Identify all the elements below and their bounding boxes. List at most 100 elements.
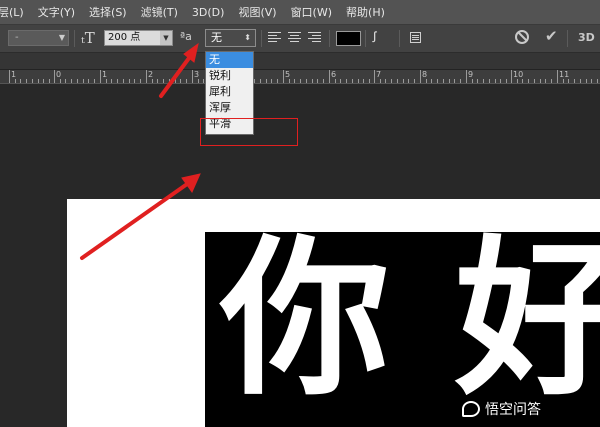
ruler-minor-tick: [380, 79, 381, 83]
ruler-minor-tick: [346, 79, 347, 83]
ruler-minor-tick: [403, 79, 404, 83]
ruler-minor-tick: [312, 79, 313, 83]
ruler-minor-tick: [260, 79, 261, 83]
canvas-text-char: 好: [455, 232, 600, 419]
font-style-select[interactable]: - ▼: [8, 30, 69, 46]
ruler-minor-tick: [489, 79, 490, 83]
font-style-value: -: [15, 32, 19, 43]
menu-help[interactable]: 帮助(H): [339, 4, 392, 20]
ruler-minor-tick: [175, 79, 176, 83]
align-right-icon[interactable]: [308, 32, 321, 44]
ruler-minor-tick: [254, 79, 255, 83]
ruler-major-tick: [146, 70, 147, 83]
ruler-major-tick: [192, 70, 193, 83]
ruler-minor-tick: [203, 79, 204, 83]
ruler-minor-tick: [449, 79, 450, 83]
commit-check-icon[interactable]: ✔: [545, 27, 558, 45]
ruler-minor-tick: [180, 79, 181, 83]
ruler-minor-tick: [586, 79, 587, 83]
ruler-minor-tick: [363, 79, 364, 83]
anti-alias-value: 无: [211, 31, 222, 44]
ruler-major-tick: [374, 70, 375, 83]
ruler-minor-tick: [277, 79, 278, 83]
ruler-minor-tick: [106, 79, 107, 83]
ruler-minor-tick: [266, 79, 267, 83]
ruler-minor-tick: [157, 79, 158, 83]
ruler-major-tick: [466, 70, 467, 83]
ruler-minor-tick: [574, 79, 575, 83]
align-left-icon[interactable]: [268, 32, 281, 44]
menu-bar: 层(L) 文字(Y) 选择(S) 滤镜(T) 3D(D) 视图(V) 窗口(W)…: [0, 0, 600, 25]
speech-bubble-logo-icon: [462, 401, 480, 417]
ruler-label: 5: [285, 70, 291, 79]
menu-filter[interactable]: 滤镜(T): [134, 4, 185, 20]
horizontal-ruler[interactable]: 101234567891011: [0, 70, 600, 84]
ruler-major-tick: [557, 70, 558, 83]
dropdown-option-none[interactable]: 无: [206, 52, 253, 68]
menu-3d[interactable]: 3D(D): [185, 6, 232, 19]
ruler-minor-tick: [443, 79, 444, 83]
chevron-down-icon[interactable]: ▼: [160, 31, 172, 45]
cancel-icon[interactable]: [515, 30, 529, 44]
ruler-minor-tick: [358, 79, 359, 83]
annotation-highlight-box: [200, 118, 298, 146]
ruler-minor-tick: [597, 79, 598, 83]
ruler-minor-tick: [545, 79, 546, 83]
3d-icon[interactable]: 3D: [578, 31, 595, 44]
ruler-minor-tick: [94, 79, 95, 83]
ruler-label: 8: [422, 70, 428, 79]
warp-text-icon[interactable]: ꭍ: [372, 28, 377, 47]
ruler-minor-tick: [431, 79, 432, 83]
align-center-icon[interactable]: [288, 32, 301, 44]
anti-alias-select[interactable]: 无 ⬍: [205, 29, 256, 47]
divider: [399, 30, 400, 47]
ruler-minor-tick: [551, 79, 552, 83]
ruler-minor-tick: [500, 79, 501, 83]
dropdown-option-strong[interactable]: 浑厚: [206, 100, 253, 116]
ruler-label: 0: [56, 70, 62, 79]
ruler-minor-tick: [300, 79, 301, 83]
watermark: 悟空问答: [462, 398, 597, 420]
ruler-major-tick: [283, 70, 284, 83]
ruler-minor-tick: [117, 79, 118, 83]
ruler-major-tick: [100, 70, 101, 83]
menu-view[interactable]: 视图(V): [231, 4, 283, 20]
ruler-minor-tick: [483, 79, 484, 83]
ruler-minor-tick: [294, 79, 295, 83]
document-tab-strip: [0, 53, 600, 70]
ruler-minor-tick: [426, 79, 427, 83]
ruler-minor-tick: [437, 79, 438, 83]
updown-arrows-icon: ⬍: [244, 33, 251, 42]
ruler-minor-tick: [528, 79, 529, 83]
text-color-swatch[interactable]: [336, 31, 361, 46]
ruler-minor-tick: [369, 79, 370, 83]
character-panel-icon[interactable]: [410, 32, 421, 43]
ruler-minor-tick: [32, 79, 33, 83]
dropdown-option-sharp[interactable]: 锐利: [206, 68, 253, 84]
ruler-minor-tick: [15, 79, 16, 83]
chevron-down-icon: ▼: [58, 33, 65, 42]
ruler-major-tick: [420, 70, 421, 83]
ruler-label: 9: [468, 70, 474, 79]
ruler-label: 2: [148, 70, 154, 79]
ruler-minor-tick: [385, 79, 386, 83]
divider: [74, 30, 75, 47]
ruler-minor-tick: [60, 79, 61, 83]
menu-layer[interactable]: 层(L): [0, 4, 31, 20]
ruler-minor-tick: [88, 79, 89, 83]
ruler-label: 10: [513, 70, 524, 79]
ruler-label: 1: [11, 70, 17, 79]
menu-type[interactable]: 文字(Y): [31, 4, 82, 20]
ruler-minor-tick: [140, 79, 141, 83]
ruler-minor-tick: [289, 79, 290, 83]
ruler-minor-tick: [271, 79, 272, 83]
font-size-field[interactable]: 200 点 ▼: [104, 30, 173, 46]
ruler-minor-tick: [522, 79, 523, 83]
menu-window[interactable]: 窗口(W): [284, 4, 339, 20]
ruler-minor-tick: [495, 79, 496, 83]
ruler-minor-tick: [65, 79, 66, 83]
divider: [567, 30, 568, 47]
dropdown-option-crisp[interactable]: 犀利: [206, 84, 253, 100]
ruler-minor-tick: [517, 79, 518, 83]
menu-select[interactable]: 选择(S): [82, 4, 134, 20]
